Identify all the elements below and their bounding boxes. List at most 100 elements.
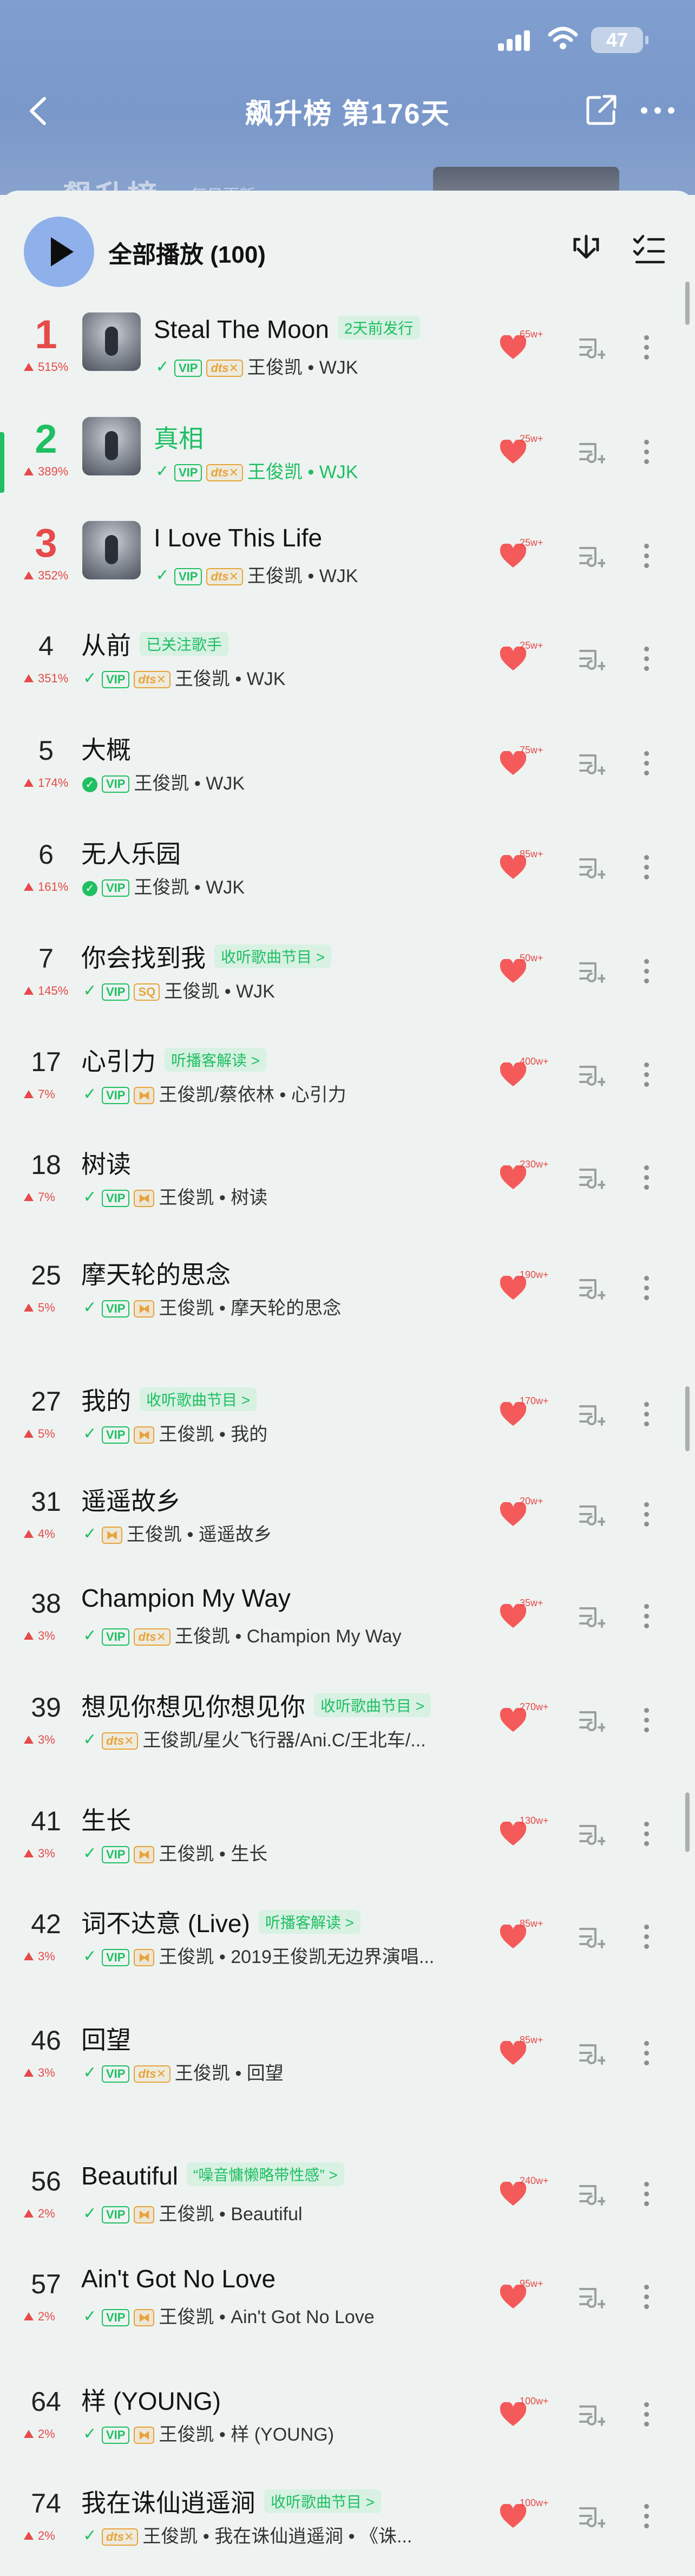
song-artists[interactable]: 王俊凯 • 回望 [175,2063,284,2084]
song-row[interactable]: 41 3% 生长 ✓ VIP ⧓ 王俊凯 • 生长 130w+ [0,1798,695,1879]
song-more-button[interactable] [641,1708,652,1738]
song-title[interactable]: Champion My Way [81,1583,291,1613]
song-title[interactable]: 样 (YOUNG) [81,2382,221,2417]
song-artists[interactable]: 王俊凯 • 2019王俊凯无边界演唱... [159,1947,434,1967]
song-row[interactable]: 7 145% 你会找到我 收听歌曲节目 > ✓ VIP SQ 王俊凯 • WJK 50w+ [0,935,695,1016]
song-row[interactable]: 38 3% Champion My Way ✓ VIP dts✕ 王俊凯 • Champio… [0,1580,695,1661]
song-tag[interactable]: “噪音慵懒略带性感” > [187,2162,344,2186]
song-tag[interactable]: 收听歌曲节目 > [264,2489,382,2513]
song-row[interactable]: 1 515% Steal The Moon 2天前发行 ✓ VIP dts✕ 王俊凯 • WJ… [0,311,695,393]
album-cover[interactable] [82,521,141,579]
add-to-playlist-icon[interactable] [577,544,606,571]
share-button[interactable] [583,92,619,128]
song-artists[interactable]: 王俊凯 • WJK [164,981,275,1002]
song-artists[interactable]: 王俊凯 • WJK [134,877,245,898]
song-title[interactable]: 摩天轮的思念 [81,1255,231,1291]
song-row[interactable]: 3 352% I Love This Life ✓ VIP dts✕ 王俊凯 • WJK 25… [0,520,695,601]
song-more-button[interactable] [641,2182,652,2212]
song-title[interactable]: 生长 [81,1801,131,1837]
song-more-button[interactable] [641,1165,652,1196]
add-to-playlist-icon[interactable] [577,751,606,778]
add-to-playlist-icon[interactable] [577,2182,606,2209]
add-to-playlist-icon[interactable] [577,959,606,986]
add-to-playlist-icon[interactable] [577,1062,606,1090]
song-row[interactable]: 25 5% 摩天轮的思念 ✓ VIP ⧓ 王俊凯 • 摩天轮的思念 190w+ [0,1252,695,1333]
song-row[interactable]: 64 2% 样 (YOUNG) ✓ VIP ⧓ 王俊凯 • 样 (YOUNG) 100w+ [0,2378,695,2460]
song-artists[interactable]: 王俊凯 • 树读 [159,1188,267,1208]
song-row[interactable]: 5 174% 大概 ✓ VIP 王俊凯 • WJK 75w+ [0,727,695,808]
song-artists[interactable]: 王俊凯 • WJK [134,773,245,794]
song-artists[interactable]: 王俊凯 • 摩天轮的思念 [159,1298,341,1319]
song-tag[interactable]: 已关注歌手 [140,632,229,656]
song-row[interactable]: 27 5% 我的 收听歌曲节目 > ✓ VIP ⧓ 王俊凯 • 我的 170w+ [0,1378,695,1459]
song-artists[interactable]: 王俊凯 • Champion My Way [175,1626,402,1647]
song-row[interactable]: 17 7% 心引力 听播客解读 > ✓ VIP ⧓ 王俊凯/蔡依林 • 心引力 400w+ [0,1039,695,1120]
add-to-playlist-icon[interactable] [577,1165,606,1192]
song-more-button[interactable] [641,2041,652,2071]
song-row[interactable]: 74 2% 我在诛仙逍遥涧 收听歌曲节目 > ✓ dts✕ 王俊凯 • 我在诛仙逍遥涧 • … [0,2480,695,2561]
add-to-playlist-icon[interactable] [577,855,606,882]
song-title[interactable]: 从前 已关注歌手 [81,626,229,662]
add-to-playlist-icon[interactable] [577,1604,606,1631]
song-more-button[interactable] [641,1925,652,1955]
song-more-button[interactable] [641,647,652,677]
song-artists[interactable]: 王俊凯 • WJK [247,566,358,586]
song-title[interactable]: 大概 [81,731,131,766]
song-artists[interactable]: 王俊凯 • 遥遥故乡 [127,1524,272,1545]
song-row[interactable]: 39 3% 想见你想见你想见你 收听歌曲节目 > ✓ dts✕ 王俊凯/星火飞行器/Ani.… [0,1684,695,1765]
song-more-button[interactable] [641,544,652,574]
song-tag[interactable]: 收听歌曲节目 > [214,944,332,968]
song-row[interactable]: 31 4% 遥遥故乡 ✓ ⧓ 王俊凯 • 遥遥故乡 20w+ [0,1478,695,1560]
download-button[interactable] [567,231,605,269]
song-title[interactable]: 词不达意 (Live) 听播客解读 > [81,1904,360,1940]
song-more-button[interactable] [641,1062,652,1093]
multi-select-icon[interactable] [630,231,668,269]
add-to-playlist-icon[interactable] [577,1276,606,1303]
song-title[interactable]: Steal The Moon 2天前发行 [154,315,420,344]
song-row[interactable]: 6 161% 无人乐园 ✓ VIP 王俊凯 • WJK 85w+ [0,831,695,912]
song-title[interactable]: Ain't Got No Love [81,2264,276,2293]
song-row[interactable]: 18 7% 树读 ✓ VIP ⧓ 王俊凯 • 树读 230w+ [0,1142,695,1223]
play-all-button[interactable] [24,217,94,287]
song-title[interactable]: 回望 [81,2020,131,2056]
song-more-button[interactable] [641,440,652,470]
song-artists[interactable]: 王俊凯 • WJK [247,357,358,378]
add-to-playlist-icon[interactable] [577,1708,606,1735]
song-more-button[interactable] [641,2402,652,2432]
add-to-playlist-icon[interactable] [577,647,606,674]
more-options-button[interactable] [639,92,677,128]
add-to-playlist-icon[interactable] [577,1502,606,1529]
song-title[interactable]: 遥遥故乡 [81,1482,181,1517]
add-to-playlist-icon[interactable] [577,2041,606,2068]
song-more-button[interactable] [641,1604,652,1634]
add-to-playlist-icon[interactable] [577,1822,606,1849]
song-row[interactable]: 2 389% 真相 ✓ VIP dts✕ 王俊凯 • WJK 25w+ [0,416,695,497]
song-artists[interactable]: 王俊凯 • 生长 [159,1844,267,1864]
add-to-playlist-icon[interactable] [577,2285,606,2312]
song-row[interactable]: 56 2% Beautiful “噪音慵懒略带性感” > ✓ VIP ⧓ 王俊凯 • Beau… [0,2158,695,2239]
song-more-button[interactable] [641,1276,652,1306]
song-tag[interactable]: 听播客解读 > [258,1910,360,1934]
song-artists[interactable]: 王俊凯 • Beautiful [159,2204,302,2225]
song-row[interactable]: 4 351% 从前 已关注歌手 ✓ VIP dts✕ 王俊凯 • WJK 25w+ [0,623,695,704]
add-to-playlist-icon[interactable] [577,440,606,467]
add-to-playlist-icon[interactable] [577,1925,606,1952]
song-title[interactable]: 想见你想见你想见你 收听歌曲节目 > [81,1687,431,1723]
song-row[interactable]: 42 3% 词不达意 (Live) 听播客解读 > ✓ VIP ⧓ 王俊凯 • 2019王俊凯… [0,1901,695,1982]
song-row[interactable]: 46 3% 回望 ✓ VIP dts✕ 王俊凯 • 回望 85w+ [0,2017,695,2098]
song-artists[interactable]: 王俊凯 • 样 (YOUNG) [159,2424,334,2445]
song-title[interactable]: 我在诛仙逍遥涧 收听歌曲节目 > [81,2483,382,2519]
song-tag[interactable]: 收听歌曲节目 > [140,1387,257,1411]
song-more-button[interactable] [641,751,652,781]
song-artists[interactable]: 王俊凯 • WJK [175,669,286,689]
song-title[interactable]: Beautiful “噪音慵懒略带性感” > [81,2161,344,2190]
song-title[interactable]: 无人乐园 [81,834,181,870]
song-title[interactable]: 你会找到我 收听歌曲节目 > [81,938,332,974]
album-cover[interactable] [82,417,141,475]
song-title[interactable]: 真相 [154,419,204,455]
song-title[interactable]: 树读 [81,1145,131,1181]
add-to-playlist-icon[interactable] [577,2504,606,2531]
song-artists[interactable]: 王俊凯 • 我的 [159,1424,267,1445]
song-title[interactable]: 心引力 听播客解读 > [81,1042,267,1078]
song-artists[interactable]: 王俊凯/星火飞行器/Ani.C/王北车/... [142,1730,425,1751]
